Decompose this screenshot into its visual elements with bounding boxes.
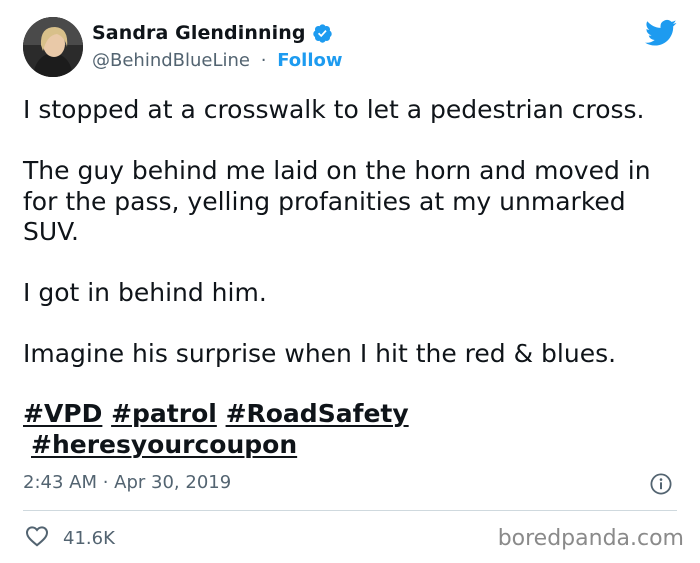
like-button[interactable]: 41.6K [25,525,115,551]
tweet-paragraph: The guy behind me laid on the horn and m… [23,156,651,246]
author-handle-row: @BehindBlueLine · Follow [92,50,343,71]
follow-button[interactable]: Follow [277,50,342,71]
tweet-text: I stopped at a crosswalk to let a pedest… [23,95,683,370]
hashtags: #VPD #patrol #RoadSafety #heresyourcoupo… [23,398,683,460]
hashtag-patrol[interactable]: #patrol [111,399,217,428]
tweet-paragraph: I got in behind him. [23,278,267,307]
author-name-row: Sandra Glendinning [92,22,333,44]
hashtag-roadsafety[interactable]: #RoadSafety [226,399,409,428]
tweet-paragraph: Imagine his surprise when I hit the red … [23,339,617,368]
heart-icon [25,525,49,551]
tweet-paragraph: I stopped at a crosswalk to let a pedest… [23,95,645,124]
info-icon[interactable] [650,473,672,495]
divider [23,510,677,511]
twitter-bird-icon[interactable] [645,19,677,47]
hashtag-vpd[interactable]: #VPD [23,399,102,428]
hashtag-heresyourcoupon[interactable]: #heresyourcoupon [31,430,297,459]
author-display-name[interactable]: Sandra Glendinning [92,22,306,44]
verified-badge-icon [312,23,333,44]
like-count: 41.6K [63,527,115,549]
avatar[interactable] [23,17,83,77]
watermark: boredpanda.com [497,526,684,551]
separator-dot: · [260,50,267,71]
author-handle[interactable]: @BehindBlueLine [92,50,250,71]
tweet-timestamp[interactable]: 2:43 AM · Apr 30, 2019 [23,472,231,493]
